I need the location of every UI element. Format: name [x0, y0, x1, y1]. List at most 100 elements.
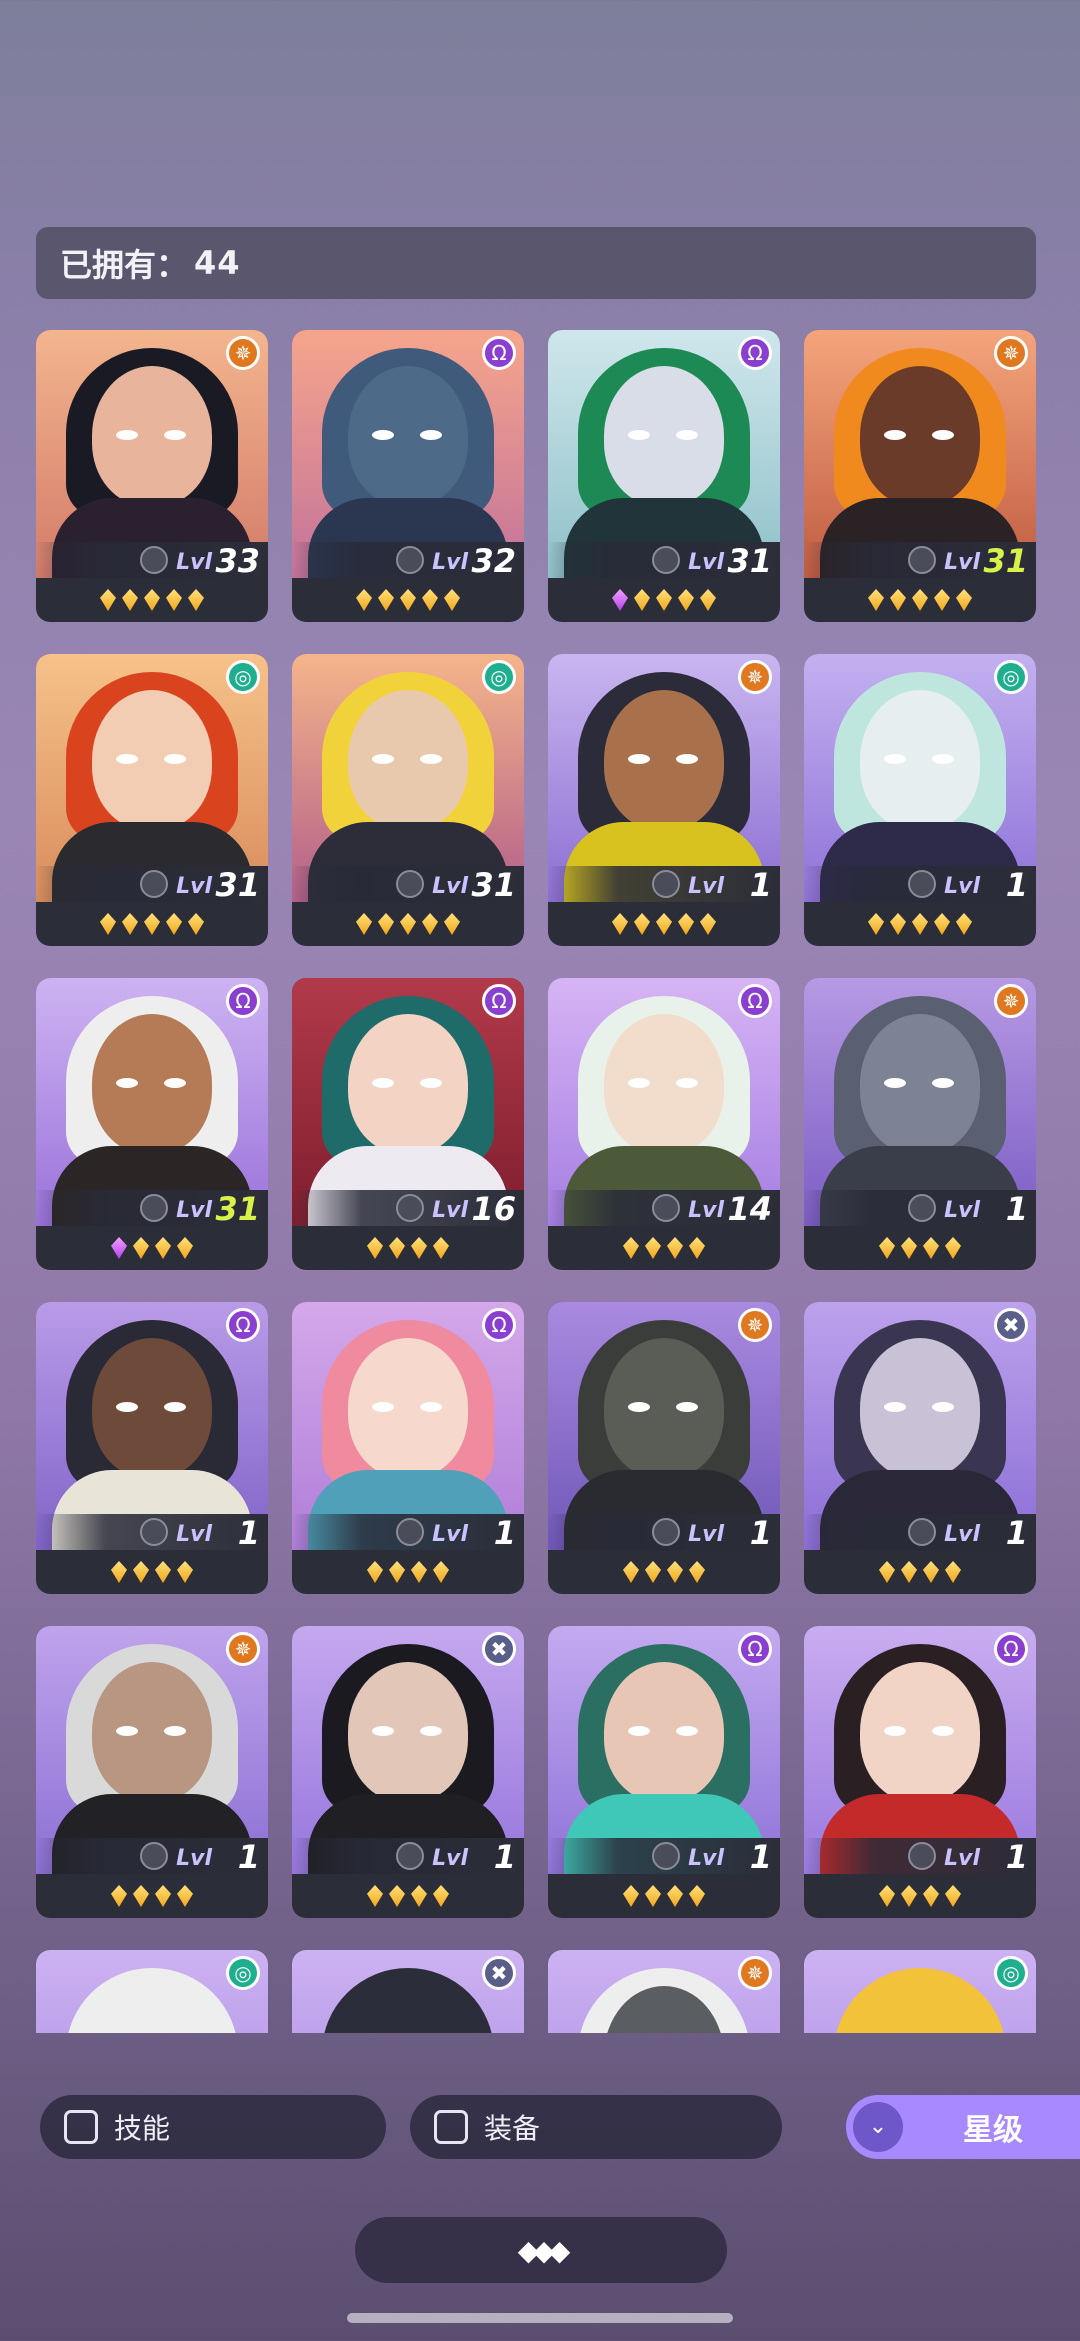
- hero-card[interactable]: ◎ Lvl 31: [36, 654, 268, 946]
- star-icon: [177, 1237, 193, 1259]
- star-icon: [422, 913, 438, 935]
- star-icon: [111, 1885, 127, 1907]
- nature-faction-icon: ◎: [994, 1956, 1028, 1990]
- star-rating: [548, 902, 780, 946]
- star-rating: [804, 1226, 1036, 1270]
- hero-level: 31: [983, 542, 1028, 580]
- hero-card[interactable]: ✵: [548, 1950, 780, 2033]
- star-rating: [804, 902, 1036, 946]
- collapse-panel-button[interactable]: ◆◆◆: [355, 2217, 727, 2283]
- hero-level: 1: [1005, 866, 1028, 904]
- hero-level: 33: [215, 542, 260, 580]
- equipment-checkbox[interactable]: [434, 2110, 468, 2144]
- star-icon: [868, 589, 884, 611]
- star-icon: [367, 1561, 383, 1583]
- hero-level: 31: [727, 542, 772, 580]
- star-icon: [100, 913, 116, 935]
- star-icon: [634, 589, 650, 611]
- class-icon: [652, 1842, 680, 1870]
- star-icon: [433, 1885, 449, 1907]
- sun-faction-icon: ✵: [994, 984, 1028, 1018]
- hero-card[interactable]: Ω Lvl 1: [804, 1626, 1036, 1918]
- star-icon: [901, 1561, 917, 1583]
- star-icon: [923, 1885, 939, 1907]
- star-icon: [400, 589, 416, 611]
- level-prefix: Lvl: [944, 550, 980, 575]
- star-icon: [912, 913, 928, 935]
- class-icon: [396, 1194, 424, 1222]
- star-rating: [36, 1874, 268, 1918]
- star-icon: [155, 1561, 171, 1583]
- void-faction-icon: ✖: [994, 1308, 1028, 1342]
- star-icon: [122, 589, 138, 611]
- skill-filter-toggle[interactable]: 技能: [40, 2095, 386, 2159]
- star-icon: [956, 589, 972, 611]
- star-icon: [122, 913, 138, 935]
- hero-card[interactable]: ✵ Lvl 31: [804, 330, 1036, 622]
- hero-level: 1: [749, 1514, 772, 1552]
- hero-grid-viewport[interactable]: ✵ Lvl 33 Ω Lvl 32 Ω Lvl 31 ✵ Lvl 31 ◎ Lvl 31 ◎ Lvl 31 ✵ Lvl…: [0, 330, 1080, 2033]
- hero-level: 31: [215, 866, 260, 904]
- hero-level: 1: [237, 1514, 260, 1552]
- hero-card[interactable]: ✵ Lvl 33: [36, 330, 268, 622]
- shadow-faction-icon: Ω: [482, 336, 516, 370]
- hero-card[interactable]: Ω Lvl 31: [548, 330, 780, 622]
- level-prefix: Lvl: [432, 550, 468, 575]
- hero-card[interactable]: Ω Lvl 1: [292, 1302, 524, 1594]
- sun-faction-icon: ✵: [738, 1308, 772, 1342]
- hero-card[interactable]: Ω Lvl 32: [292, 330, 524, 622]
- hero-card[interactable]: Ω Lvl 1: [548, 1626, 780, 1918]
- hero-card[interactable]: ◎: [36, 1950, 268, 2033]
- star-icon: [188, 589, 204, 611]
- star-icon: [700, 589, 716, 611]
- star-icon: [945, 1561, 961, 1583]
- hero-card[interactable]: ✵ Lvl 1: [548, 654, 780, 946]
- hero-card[interactable]: Ω Lvl 1: [36, 1302, 268, 1594]
- shadow-faction-icon: Ω: [226, 1308, 260, 1342]
- hero-card[interactable]: ✵ Lvl 1: [548, 1302, 780, 1594]
- owned-label: 已拥有：: [60, 246, 189, 284]
- class-icon: [908, 546, 936, 574]
- hero-card[interactable]: ◎ Lvl 1: [804, 654, 1036, 946]
- hero-card[interactable]: Ω Lvl 14: [548, 978, 780, 1270]
- star-icon: [144, 913, 160, 935]
- class-icon: [396, 546, 424, 574]
- star-sort-button[interactable]: ⌄ 星级: [846, 2095, 1080, 2159]
- skill-checkbox[interactable]: [64, 2110, 98, 2144]
- equipment-filter-label: 装备: [484, 2112, 541, 2145]
- star-icon: [111, 1237, 127, 1259]
- star-icon: [879, 1561, 895, 1583]
- hero-card[interactable]: Ω Lvl 16: [292, 978, 524, 1270]
- hero-card[interactable]: ✖ Lvl 1: [804, 1302, 1036, 1594]
- class-icon: [652, 1194, 680, 1222]
- void-faction-icon: ✖: [482, 1956, 516, 1990]
- hero-card[interactable]: ✖: [292, 1950, 524, 2033]
- sun-faction-icon: ✵: [738, 660, 772, 694]
- hero-level: 1: [237, 1838, 260, 1876]
- hero-card[interactable]: ◎: [804, 1950, 1036, 2033]
- hero-card[interactable]: ✵ Lvl 1: [804, 978, 1036, 1270]
- hero-level: 1: [493, 1838, 516, 1876]
- level-prefix: Lvl: [944, 874, 980, 899]
- star-icon: [133, 1885, 149, 1907]
- shadow-faction-icon: Ω: [738, 1632, 772, 1666]
- hero-card[interactable]: ✵ Lvl 1: [36, 1626, 268, 1918]
- class-icon: [140, 1842, 168, 1870]
- hero-card[interactable]: Ω Lvl 31: [36, 978, 268, 1270]
- hero-card[interactable]: ◎ Lvl 31: [292, 654, 524, 946]
- nature-faction-icon: ◎: [994, 660, 1028, 694]
- star-rating: [548, 1226, 780, 1270]
- star-icon: [689, 1885, 705, 1907]
- level-prefix: Lvl: [176, 550, 212, 575]
- level-prefix: Lvl: [688, 874, 724, 899]
- sun-faction-icon: ✵: [738, 1956, 772, 1990]
- shadow-faction-icon: Ω: [482, 1308, 516, 1342]
- level-prefix: Lvl: [432, 874, 468, 899]
- star-rating: [804, 1874, 1036, 1918]
- hero-card[interactable]: ✖ Lvl 1: [292, 1626, 524, 1918]
- equipment-filter-toggle[interactable]: 装备: [410, 2095, 782, 2159]
- star-icon: [934, 589, 950, 611]
- star-sort-label: 星级: [963, 2113, 1023, 2148]
- class-icon: [908, 1842, 936, 1870]
- star-icon: [623, 1237, 639, 1259]
